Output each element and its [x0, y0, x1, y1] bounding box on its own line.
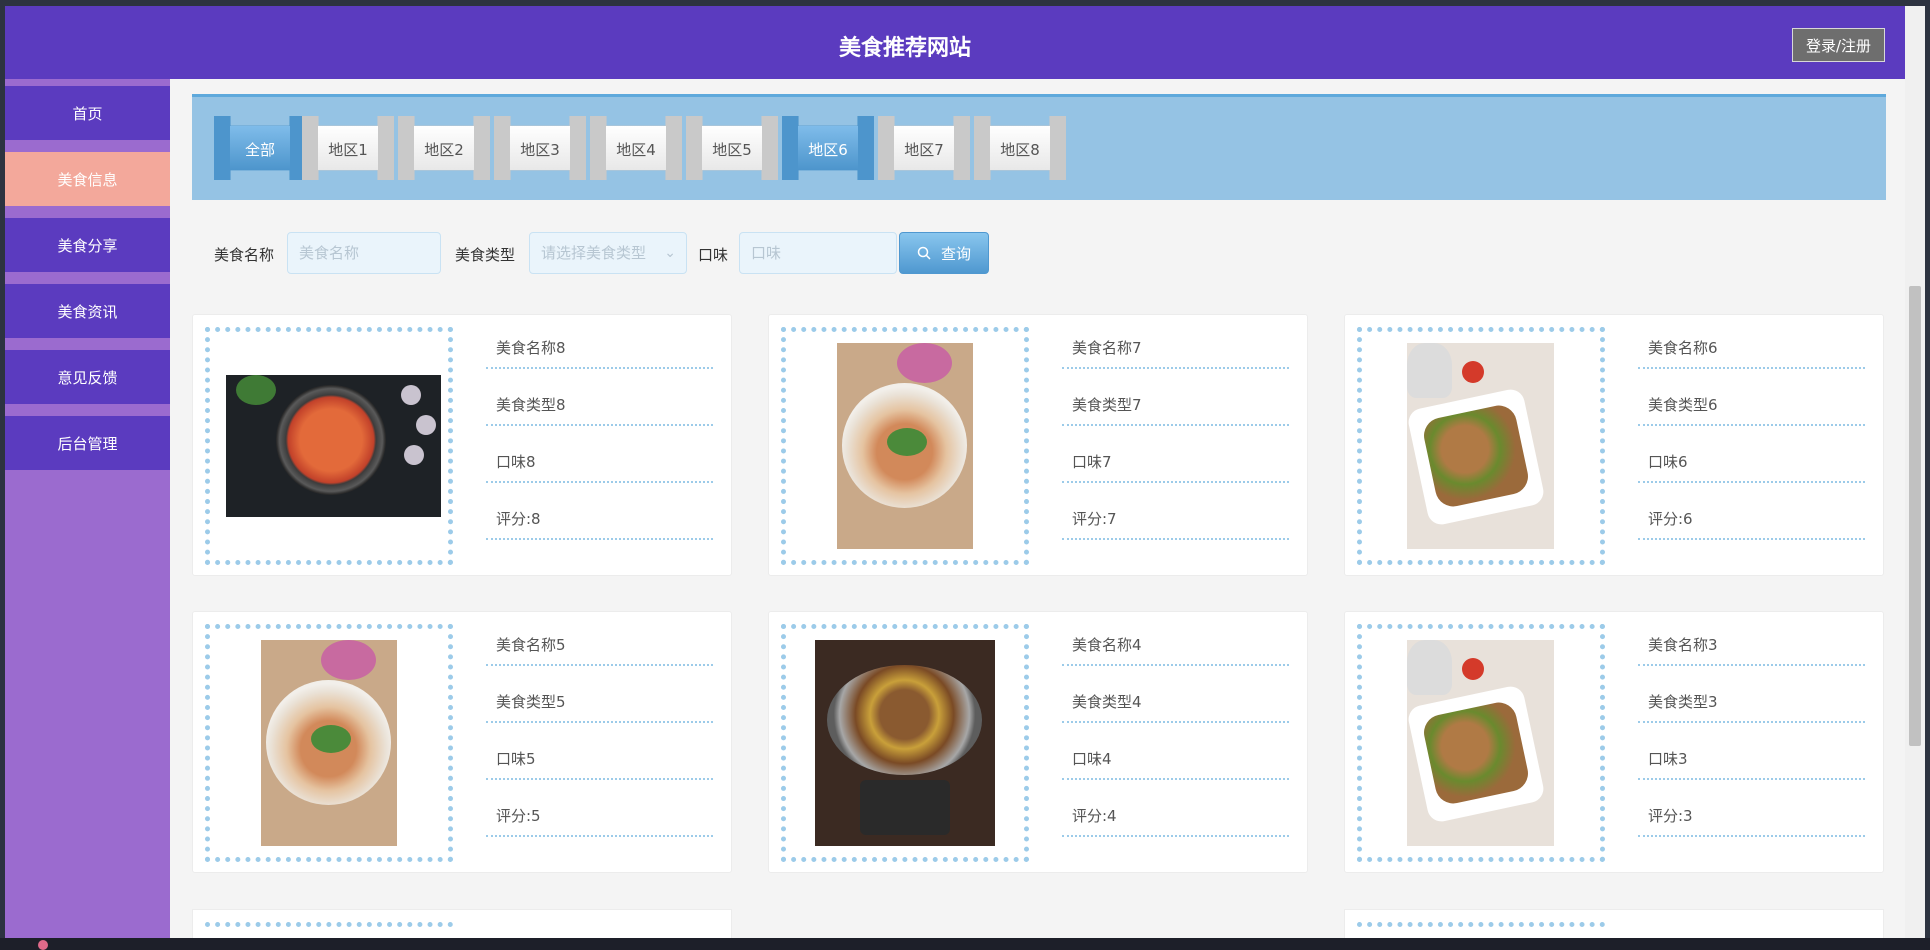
- region-tab-8[interactable]: 地区8: [974, 116, 1066, 180]
- region-tab-all[interactable]: 全部: [214, 116, 306, 180]
- taskbar: [0, 938, 1930, 950]
- food-score: 评分:7: [1062, 504, 1289, 540]
- food-score: 评分:6: [1638, 504, 1865, 540]
- search-button-label: 查询: [940, 244, 971, 263]
- food-type: 美食类型6: [1638, 390, 1865, 426]
- sidebar-item-feedback[interactable]: 意见反馈: [5, 350, 170, 404]
- app-icon[interactable]: [38, 940, 48, 950]
- food-card[interactable]: 美食名称4 美食类型4 口味4 评分:4: [768, 611, 1308, 873]
- search-bar: 美食名称 美食名称 美食类型 请选择美食类型 ⌄ 口味 口味 查询: [5, 232, 1105, 274]
- food-card[interactable]: 美食名称3 美食类型3 口味3 评分:3: [1344, 611, 1884, 873]
- site-title: 美食推荐网站: [838, 36, 971, 61]
- food-score: 评分:8: [486, 504, 713, 540]
- food-image-hotpot: [226, 375, 441, 517]
- taste-label: 口味: [698, 246, 729, 264]
- food-type: 美食类型3: [1638, 687, 1865, 723]
- sidebar-item-food-news[interactable]: 美食资讯: [5, 284, 170, 338]
- login-register-button[interactable]: 登录/注册: [1792, 28, 1885, 62]
- search-button[interactable]: 查询: [899, 232, 989, 274]
- region-tab-3[interactable]: 地区3: [494, 116, 586, 180]
- food-type: 美食类型8: [486, 390, 713, 426]
- search-icon: [917, 246, 931, 260]
- food-type-select[interactable]: 请选择美食类型 ⌄: [529, 232, 687, 274]
- region-tab-label: 地区6: [808, 141, 848, 159]
- food-name: 美食名称7: [1062, 333, 1289, 369]
- food-image-frame: [1357, 922, 1605, 938]
- region-tab-2[interactable]: 地区2: [398, 116, 490, 180]
- food-image-noodle: [261, 640, 397, 846]
- sidebar-item-home[interactable]: 首页: [5, 86, 170, 140]
- food-image-pot: [815, 640, 995, 846]
- region-tab-label: 地区8: [1000, 141, 1040, 159]
- page-viewport: 美食推荐网站 登录/注册 首页 美食信息 美食分享 美食资讯 意见反馈 后台管理…: [5, 6, 1910, 938]
- food-name: 美食名称5: [486, 630, 713, 666]
- food-name-label: 美食名称: [214, 246, 275, 264]
- food-taste: 口味6: [1638, 447, 1865, 483]
- sidebar-item-food-info[interactable]: 美食信息: [5, 152, 170, 206]
- region-tab-label: 地区1: [328, 141, 368, 159]
- scrollbar-thumb[interactable]: [1909, 286, 1921, 746]
- region-tab-6[interactable]: 地区6: [782, 116, 874, 180]
- sidebar: 首页 美食信息 美食分享 美食资讯 意见反馈 后台管理: [5, 79, 170, 938]
- food-score: 评分:4: [1062, 801, 1289, 837]
- taste-input[interactable]: 口味: [739, 232, 897, 274]
- food-name: 美食名称8: [486, 333, 713, 369]
- food-taste: 口味3: [1638, 744, 1865, 780]
- food-taste: 口味8: [486, 447, 713, 483]
- region-tab-label: 地区5: [712, 141, 752, 159]
- region-tab-1[interactable]: 地区1: [302, 116, 394, 180]
- region-tab-label: 地区2: [424, 141, 464, 159]
- region-tab-label: 地区7: [904, 141, 944, 159]
- food-card-partial[interactable]: [1344, 909, 1884, 938]
- food-card[interactable]: 美食名称5 美食类型5 口味5 评分:5: [192, 611, 732, 873]
- food-image-chicken: [1407, 640, 1554, 846]
- food-image-frame: [205, 922, 453, 938]
- food-card[interactable]: 美食名称8 美食类型8 口味8 评分:8: [192, 314, 732, 576]
- vertical-scrollbar[interactable]: [1905, 6, 1925, 938]
- browser-frame: 美食推荐网站 登录/注册 首页 美食信息 美食分享 美食资讯 意见反馈 后台管理…: [0, 0, 1930, 950]
- region-tab-label: 地区4: [616, 141, 656, 159]
- food-card[interactable]: 美食名称7 美食类型7 口味7 评分:7: [768, 314, 1308, 576]
- region-tab-5[interactable]: 地区5: [686, 116, 778, 180]
- food-image-noodle: [837, 343, 973, 549]
- region-tab-label: 全部: [244, 141, 275, 159]
- food-name: 美食名称3: [1638, 630, 1865, 666]
- sidebar-item-admin[interactable]: 后台管理: [5, 416, 170, 470]
- food-type-placeholder: 请选择美食类型: [541, 244, 647, 262]
- region-tab-7[interactable]: 地区7: [878, 116, 970, 180]
- food-score: 评分:3: [1638, 801, 1865, 837]
- chevron-down-icon: ⌄: [664, 245, 676, 261]
- food-card-partial[interactable]: [192, 909, 732, 938]
- food-type: 美食类型7: [1062, 390, 1289, 426]
- food-type: 美食类型4: [1062, 687, 1289, 723]
- food-card[interactable]: 美食名称6 美食类型6 口味6 评分:6: [1344, 314, 1884, 576]
- region-tab-4[interactable]: 地区4: [590, 116, 682, 180]
- region-filter-banner: 全部 地区1 地区2 地区3 地区4 地区5 地区6 地区7 地区8: [192, 94, 1886, 200]
- food-taste: 口味7: [1062, 447, 1289, 483]
- food-name-input[interactable]: 美食名称: [287, 232, 441, 274]
- food-name: 美食名称4: [1062, 630, 1289, 666]
- food-taste: 口味5: [486, 744, 713, 780]
- food-type-label: 美食类型: [455, 246, 516, 264]
- food-type: 美食类型5: [486, 687, 713, 723]
- food-image-chicken: [1407, 343, 1554, 549]
- region-tab-label: 地区3: [520, 141, 560, 159]
- site-header: 美食推荐网站 登录/注册: [5, 6, 1910, 79]
- food-score: 评分:5: [486, 801, 713, 837]
- food-name: 美食名称6: [1638, 333, 1865, 369]
- food-taste: 口味4: [1062, 744, 1289, 780]
